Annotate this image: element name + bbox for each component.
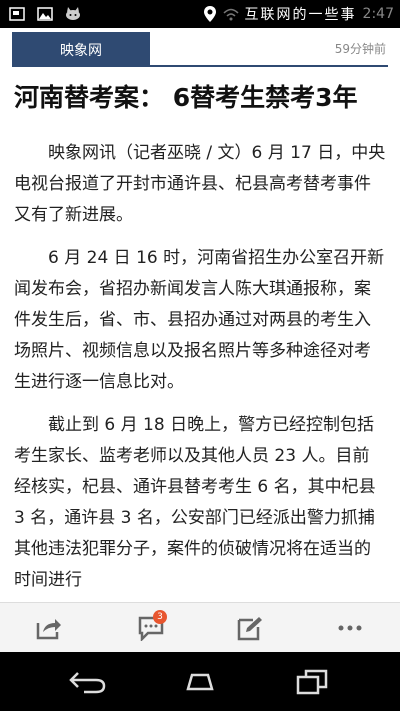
article-header: 映象网 59分钟前	[0, 28, 400, 68]
location-icon	[203, 6, 216, 22]
source-tab[interactable]: 映象网	[12, 32, 150, 66]
comment-count-badge: 3	[153, 610, 167, 624]
recents-icon[interactable]	[292, 669, 332, 695]
comment-button[interactable]: 3	[137, 610, 167, 643]
back-icon[interactable]	[68, 669, 108, 695]
cat-icon	[66, 7, 80, 20]
article-body: 映象网讯（记者巫晓 / 文）6 月 17 日，中央电视台报道了开封市通许县、杞县…	[14, 138, 386, 602]
clock: 2:47	[362, 6, 394, 22]
gallery-icon	[37, 7, 53, 21]
paragraph: 截止到 6 月 18 日晚上，警方已经控制包括考生家长、监考老师以及其他人员 2…	[14, 415, 376, 590]
edit-icon[interactable]	[236, 615, 264, 641]
timestamp: 59分钟前	[334, 42, 386, 56]
status-bar: 互联网的一些事 2:47	[0, 0, 400, 28]
status-right: 互联网的一些事 2:47	[203, 4, 394, 24]
ticker-text: 互联网的一些事	[244, 7, 357, 23]
paragraph: 6 月 24 日 16 时，河南省招生办公室召开新闻发布会，省招办新闻发言人陈大…	[14, 248, 385, 392]
home-icon[interactable]	[180, 669, 220, 695]
share-icon[interactable]	[35, 615, 63, 641]
navigation-bar	[0, 652, 400, 711]
paragraph: 映象网讯（记者巫晓 / 文）6 月 17 日，中央电视台报道了开封市通许县、杞县…	[14, 143, 386, 225]
more-icon[interactable]	[336, 615, 364, 641]
wifi-icon	[223, 8, 239, 21]
article-title: 河南替考案： 6替考生禁考3年	[14, 83, 358, 112]
header-divider	[12, 65, 388, 67]
notification-icons	[8, 5, 82, 23]
bottom-toolbar: 3	[0, 602, 400, 652]
image-icon	[9, 7, 25, 21]
